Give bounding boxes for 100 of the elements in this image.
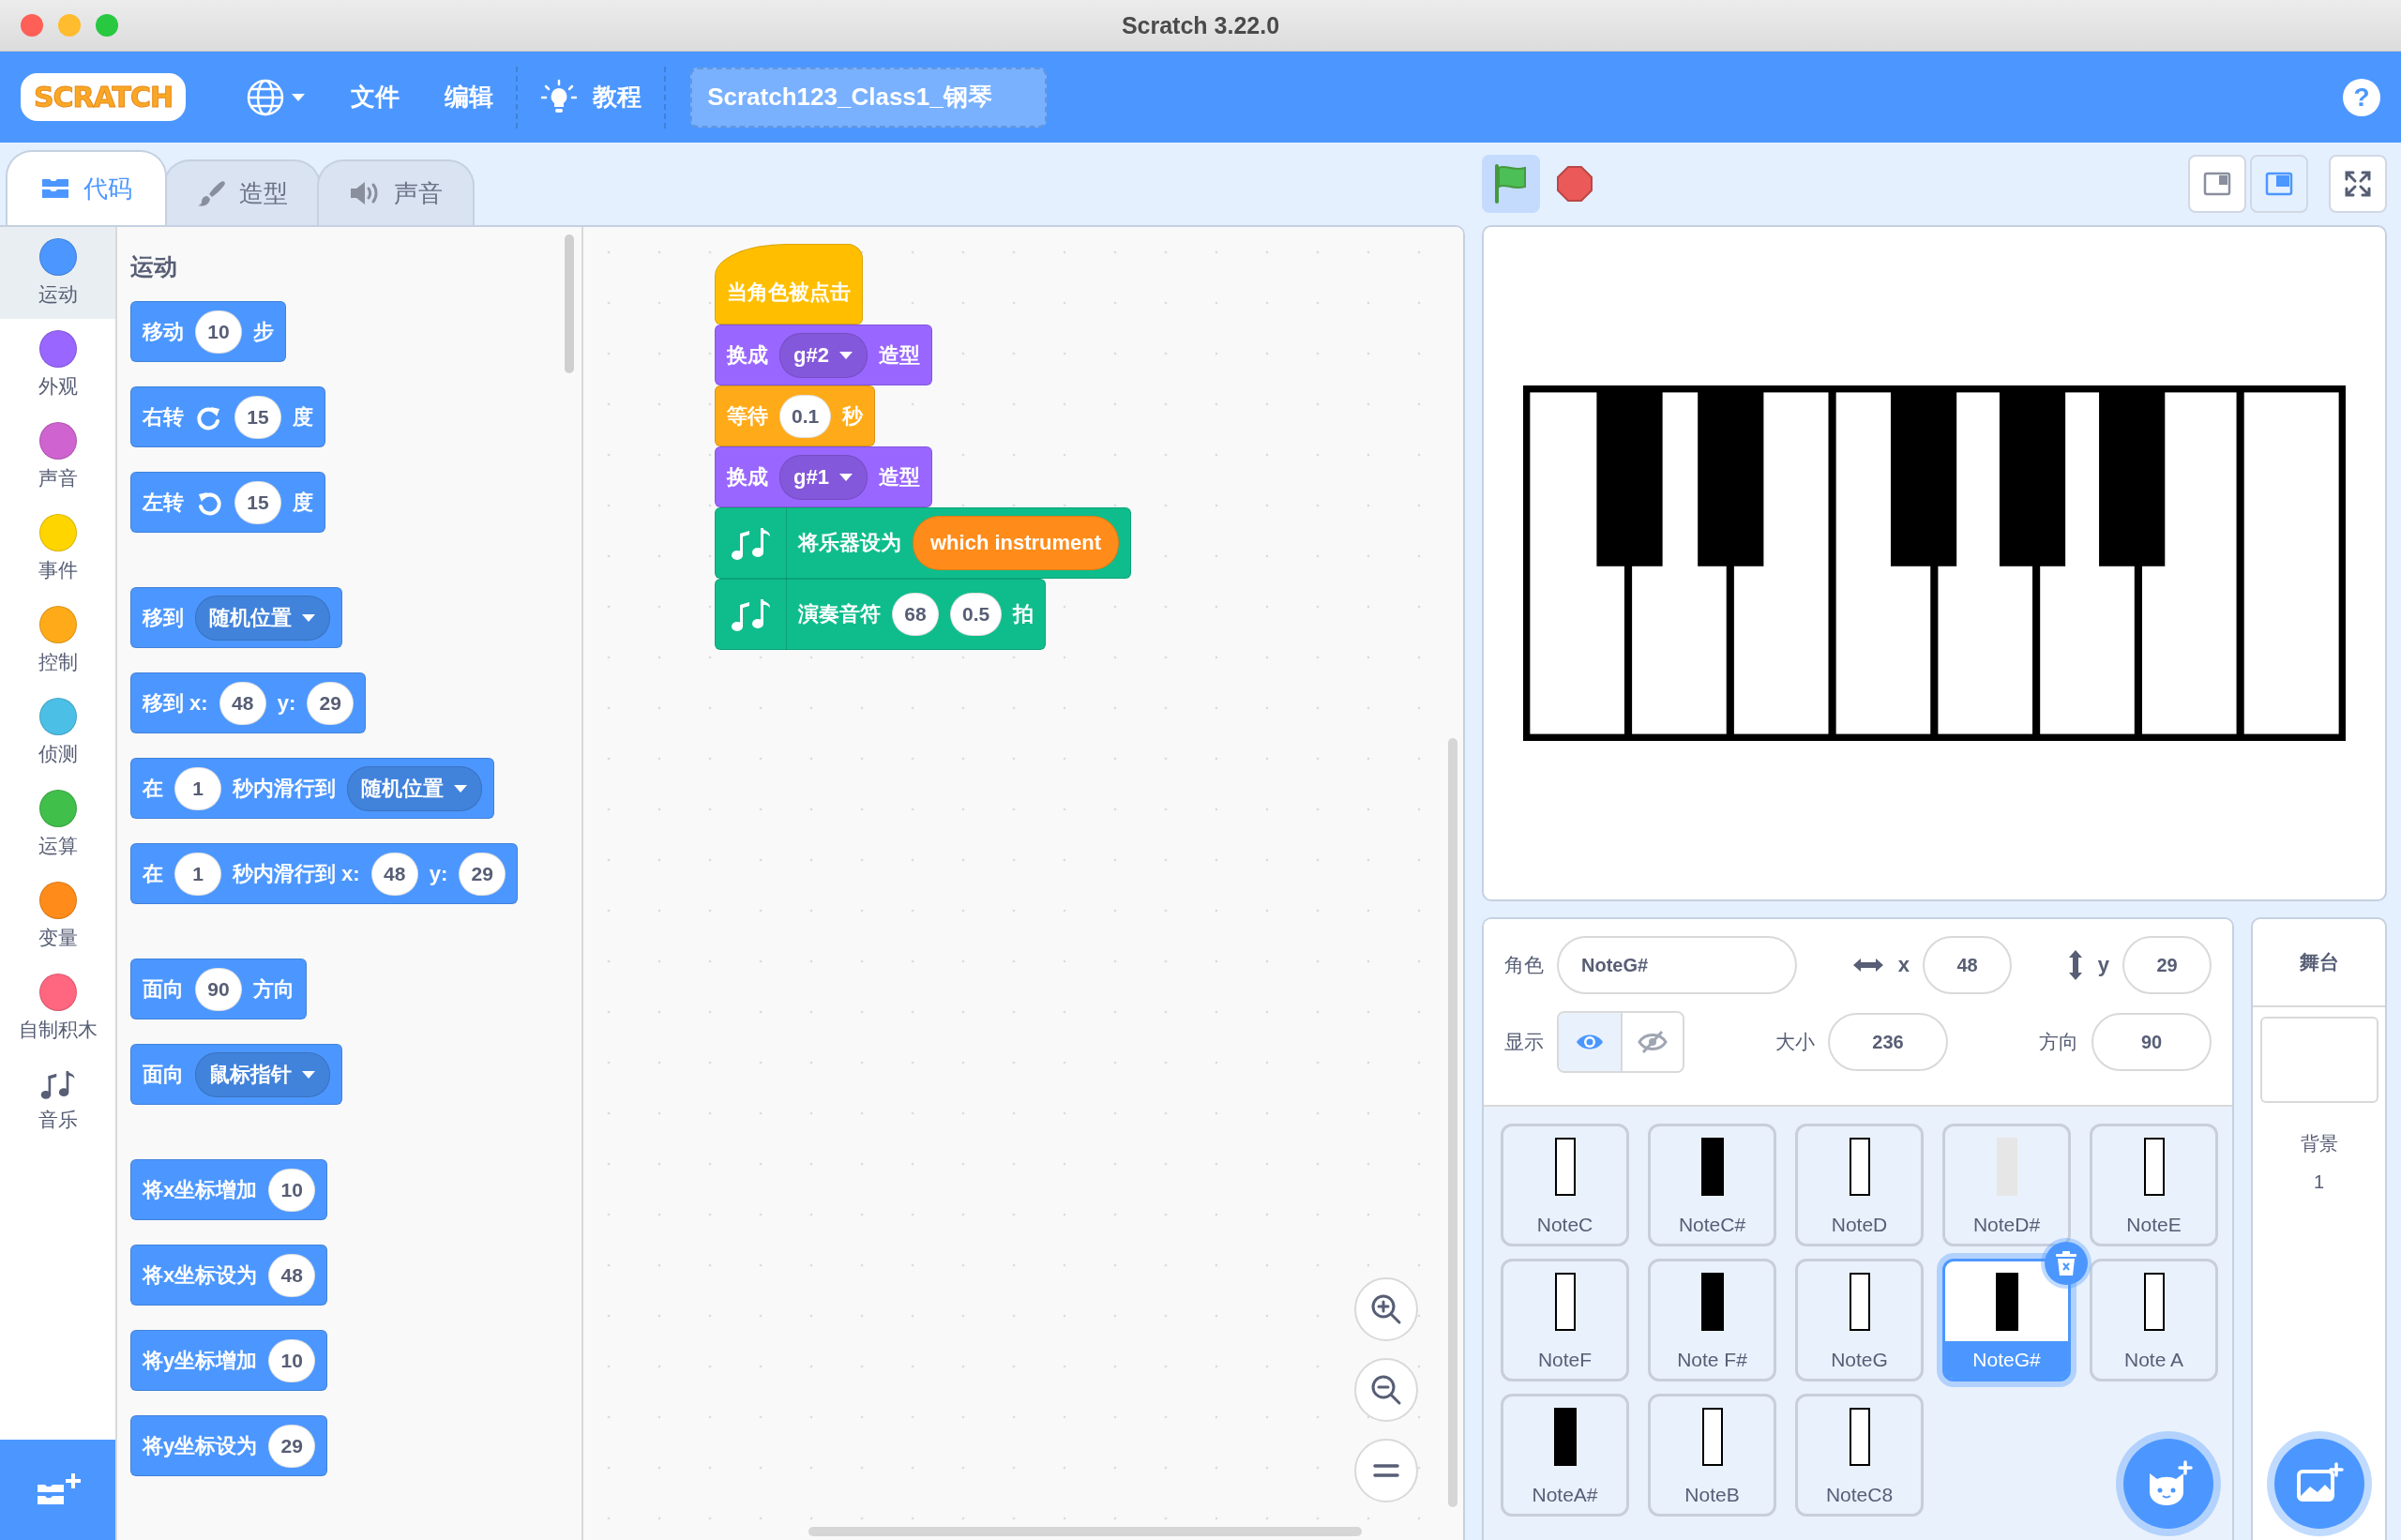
- block-label: 将乐器设为: [798, 530, 901, 556]
- fullscreen-button[interactable]: [2329, 155, 2387, 213]
- sprite-tile[interactable]: NoteE: [2090, 1124, 2218, 1246]
- backdrop-thumbnail[interactable]: [2259, 1017, 2378, 1103]
- category-item[interactable]: 事件: [0, 503, 115, 595]
- start-button[interactable]: [1482, 155, 1540, 213]
- number-input[interactable]: 1: [174, 766, 221, 810]
- code-block[interactable]: 面向 鼠标指针: [130, 1044, 342, 1105]
- x-field[interactable]: 48: [1923, 936, 2012, 994]
- number-input[interactable]: 1: [174, 852, 221, 896]
- code-block[interactable]: 换成 g#2 造型: [715, 325, 932, 385]
- number-input[interactable]: 10: [268, 1338, 316, 1382]
- code-block[interactable]: 移到 x: 48 y: 29: [130, 672, 367, 733]
- number-input[interactable]: 0.1: [779, 394, 832, 438]
- editor-tab[interactable]: 声音: [317, 159, 475, 225]
- direction-field[interactable]: 90: [2091, 1013, 2212, 1071]
- number-input[interactable]: 10: [195, 310, 242, 354]
- sprite-tile[interactable]: NoteB: [1648, 1394, 1776, 1517]
- block-label: 在: [143, 775, 163, 802]
- sprite-tile[interactable]: NoteC8: [1795, 1394, 1924, 1517]
- code-block[interactable]: 左转 15 度: [130, 472, 325, 533]
- number-input[interactable]: 48: [268, 1253, 316, 1297]
- sprite-tile[interactable]: NoteG: [1795, 1259, 1924, 1381]
- sprite-name-field[interactable]: NoteG#: [1557, 936, 1797, 994]
- add-sprite-button[interactable]: [2123, 1439, 2213, 1529]
- code-block[interactable]: 将x坐标设为 48: [130, 1245, 328, 1306]
- y-field[interactable]: 29: [2122, 936, 2212, 994]
- scrollbar[interactable]: [808, 1527, 1362, 1536]
- stage[interactable]: [1482, 225, 2387, 901]
- category-item[interactable]: 音乐: [0, 1054, 115, 1146]
- equals-icon: [1373, 1463, 1399, 1478]
- field-label: 方向: [2039, 1030, 2078, 1054]
- block-label: 面向: [143, 975, 184, 1003]
- sprite-tile[interactable]: NoteA#: [1501, 1394, 1629, 1517]
- number-input[interactable]: 0.5: [950, 593, 1003, 636]
- block-label: 移动: [143, 318, 184, 345]
- sprite-tile[interactable]: Note F#: [1648, 1259, 1776, 1381]
- category-item[interactable]: 声音: [0, 411, 115, 503]
- caret-icon: [838, 350, 853, 360]
- field-label: 显示: [1504, 1030, 1544, 1054]
- category-item[interactable]: 控制: [0, 595, 115, 687]
- dropdown-menu[interactable]: 随机位置: [347, 765, 482, 811]
- scrollbar[interactable]: [565, 234, 574, 373]
- category-item[interactable]: 运算: [0, 778, 115, 870]
- sprite-tile[interactable]: NoteC#: [1648, 1124, 1776, 1246]
- category-item[interactable]: 运动: [0, 227, 115, 319]
- code-block[interactable]: 将y坐标设为 29: [130, 1415, 328, 1476]
- sprite-thumbnail: [1700, 1272, 1724, 1331]
- sprite-tile[interactable]: Note A: [2090, 1259, 2218, 1381]
- number-input[interactable]: 29: [459, 852, 506, 896]
- number-input[interactable]: 48: [219, 681, 266, 725]
- number-input[interactable]: 48: [370, 852, 418, 896]
- sprite-tile[interactable]: NoteD: [1795, 1124, 1924, 1246]
- code-block[interactable]: 移动 10 步: [130, 301, 286, 362]
- dropdown-menu[interactable]: 随机位置: [195, 595, 330, 641]
- sprite-tile[interactable]: NoteD#: [1942, 1124, 2071, 1246]
- category-item[interactable]: 侦测: [0, 687, 115, 778]
- number-input[interactable]: 90: [195, 967, 242, 1011]
- sprite-tile[interactable]: NoteC: [1501, 1124, 1629, 1246]
- block-label: 秒内滑行到: [233, 775, 336, 802]
- code-block[interactable]: 等待 0.1 秒: [715, 385, 876, 446]
- code-block[interactable]: 在 1 秒内滑行到 x: 48 y: 29: [130, 843, 519, 904]
- number-input[interactable]: 29: [307, 681, 355, 725]
- block-label: 在: [143, 860, 163, 887]
- sprite-tile[interactable]: NoteF: [1501, 1259, 1629, 1381]
- stage-pane-title: 舞台: [2253, 919, 2385, 1007]
- sprite-thumbnail: [1849, 1137, 1870, 1196]
- dropdown-menu[interactable]: 鼠标指针: [195, 1051, 330, 1097]
- stage-size-button[interactable]: [2188, 155, 2246, 213]
- category-item[interactable]: 变量: [0, 870, 115, 962]
- window-zoom-button[interactable]: [96, 14, 118, 37]
- zoom-out-icon: [1369, 1373, 1403, 1407]
- code-block[interactable]: 移到 随机位置: [130, 587, 342, 648]
- number-input[interactable]: 10: [268, 1168, 316, 1212]
- size-field[interactable]: 236: [1828, 1013, 1948, 1071]
- trash-icon: [2054, 1250, 2078, 1276]
- window-close-button[interactable]: [21, 14, 43, 37]
- show-button[interactable]: [1559, 1013, 1621, 1071]
- number-input[interactable]: 29: [268, 1424, 316, 1468]
- code-block[interactable]: 右转 15 度: [130, 386, 325, 447]
- hide-button[interactable]: [1621, 1013, 1683, 1071]
- code-block[interactable]: 面向 90 方向: [130, 959, 307, 1019]
- stage-size-button[interactable]: [2250, 155, 2308, 213]
- number-input[interactable]: 68: [892, 593, 939, 636]
- category-item[interactable]: 外观: [0, 319, 115, 411]
- code-block[interactable]: 将y坐标增加 10: [130, 1330, 328, 1391]
- dropdown-menu[interactable]: g#2: [779, 332, 868, 378]
- add-backdrop-button[interactable]: [2273, 1439, 2364, 1529]
- delete-button[interactable]: [2045, 1242, 2088, 1285]
- code-block[interactable]: 演奏音符 68 0.5 拍: [715, 579, 1047, 650]
- zoom-in-icon: [1369, 1292, 1403, 1326]
- dropdown-menu[interactable]: g#1: [779, 454, 868, 500]
- scrollbar[interactable]: [1448, 738, 1457, 1507]
- number-input[interactable]: 15: [234, 395, 281, 439]
- category-item[interactable]: 自制积木: [0, 962, 115, 1054]
- code-block[interactable]: 换成 g#1 造型: [715, 446, 932, 507]
- code-block[interactable]: 在 1 秒内滑行到 随机位置: [130, 758, 494, 819]
- code-block[interactable]: 将x坐标增加 10: [130, 1159, 328, 1220]
- number-input[interactable]: 15: [234, 480, 281, 524]
- add-extension-button[interactable]: [0, 1440, 115, 1540]
